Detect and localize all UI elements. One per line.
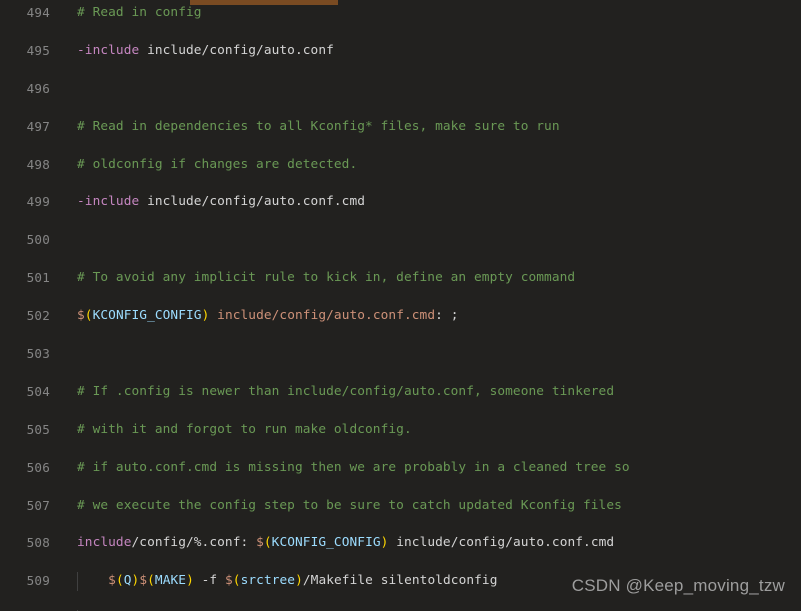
code-line[interactable]: 507 # we execute the config step to be s… — [0, 497, 801, 516]
line-number: 506 — [26, 459, 50, 475]
code-line[interactable]: 508 include/config/%.conf: $(KCONFIG_CON… — [0, 534, 801, 553]
code-line[interactable]: 501 # To avoid any implicit rule to kick… — [0, 269, 801, 288]
line-number: 508 — [26, 535, 50, 551]
code-lines[interactable]: 494 # Read in config 495 -include includ… — [0, 0, 801, 611]
line-content: # Read in config — [77, 5, 202, 20]
line-number: 498 — [26, 156, 50, 172]
code-line[interactable]: 494 # Read in config — [0, 4, 801, 23]
line-content: -include include/config/auto.conf.cmd — [77, 194, 366, 210]
line-number: 497 — [26, 118, 50, 134]
line-content: # oldconfig if changes are detected. — [77, 156, 358, 172]
line-number: 501 — [26, 270, 50, 286]
line-number: 502 — [26, 308, 50, 324]
line-number: 509 — [26, 573, 50, 589]
watermark-text: CSDN @Keep_moving_tzw — [571, 576, 785, 595]
line-content: # if auto.conf.cmd is missing then we ar… — [77, 459, 630, 475]
code-line[interactable]: 495 -include include/config/auto.conf — [0, 42, 801, 61]
code-line[interactable]: 506 # if auto.conf.cmd is missing then w… — [0, 459, 801, 478]
line-content: # Read in dependencies to all Kconfig* f… — [77, 118, 560, 134]
line-number: 504 — [26, 383, 50, 399]
line-number: 495 — [26, 42, 50, 58]
line-number: 500 — [26, 232, 50, 248]
code-line[interactable]: 498 # oldconfig if changes are detected. — [0, 156, 801, 175]
line-number: 507 — [26, 497, 50, 513]
line-content: # If .config is newer than include/confi… — [77, 383, 615, 399]
line-content: include/config/%.conf: $(KCONFIG_CONFIG)… — [77, 535, 615, 551]
code-editor[interactable]: $(Q)$(MAKE) -f $(srctree)/Makefile s 494… — [0, 0, 801, 611]
line-content: # we execute the config step to be sure … — [77, 497, 622, 513]
line-number: 499 — [26, 194, 50, 210]
code-line[interactable]: 504 # If .config is newer than include/c… — [0, 383, 801, 402]
code-line[interactable]: 499 -include include/config/auto.conf.cm… — [0, 193, 801, 212]
code-line[interactable]: 502 $(KCONFIG_CONFIG) include/config/aut… — [0, 307, 801, 326]
line-content: # To avoid any implicit rule to kick in,… — [77, 270, 576, 286]
line-number: 496 — [26, 80, 50, 96]
line-content: # with it and forgot to run make oldconf… — [77, 421, 412, 437]
line-content: $(Q)$(MAKE) -f $(srctree)/Makefile silen… — [108, 573, 498, 589]
code-line[interactable]: 500 — [0, 231, 801, 250]
line-number: 494 — [26, 5, 50, 20]
line-content: $(KCONFIG_CONFIG) include/config/auto.co… — [77, 308, 459, 324]
code-line[interactable]: 496 — [0, 80, 801, 99]
line-content: -include include/config/auto.conf — [77, 42, 334, 58]
code-line[interactable]: 505 # with it and forgot to run make old… — [0, 421, 801, 440]
line-number: 505 — [26, 421, 50, 437]
code-line[interactable]: 497 # Read in dependencies to all Kconfi… — [0, 118, 801, 137]
line-number: 503 — [26, 345, 50, 361]
code-line[interactable]: 503 — [0, 345, 801, 364]
